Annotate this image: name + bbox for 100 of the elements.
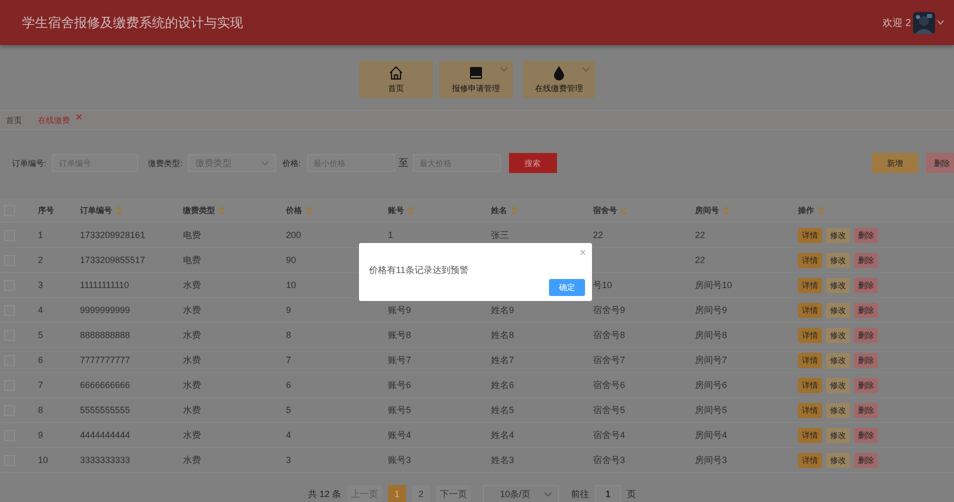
table-cell: 水费 — [183, 304, 201, 316]
table-cell: 宿舍号6 — [593, 378, 626, 392]
table-cell: 房间号7 — [695, 354, 728, 366]
next-page-button[interactable]: 下一页 — [436, 485, 471, 502]
table-cell: 账号3 — [388, 454, 412, 466]
nav-menu-item[interactable]: 报修申请管理 — [439, 61, 513, 98]
table-cell: 账号6 — [388, 378, 412, 392]
table-cell: 7 — [38, 380, 44, 390]
table-cell: 1733209855517 — [80, 255, 146, 265]
delete-button[interactable]: 删除 — [854, 352, 878, 368]
table-cell: 姓名4 — [491, 428, 514, 442]
sort-icon[interactable] — [306, 206, 312, 215]
edit-button[interactable]: 修改 — [826, 328, 850, 342]
table-cell: 房间号5 — [695, 404, 728, 416]
drive-icon — [468, 65, 484, 81]
close-button[interactable]: × — [580, 248, 586, 259]
details-button[interactable]: 详情 — [798, 252, 822, 268]
edit-button[interactable]: 修改 — [826, 428, 850, 442]
column-header: 订单编号 — [80, 205, 112, 216]
details-button[interactable]: 详情 — [798, 328, 822, 342]
drop-icon — [551, 65, 567, 81]
column-header: 缴费类型 — [183, 205, 215, 216]
sort-icon[interactable] — [511, 206, 517, 215]
page-number-field[interactable]: 1 — [595, 485, 621, 502]
edit-button[interactable]: 修改 — [826, 278, 850, 292]
table-cell: 4 — [38, 305, 44, 315]
sort-icon[interactable] — [408, 206, 414, 215]
details-button[interactable]: 详情 — [798, 452, 822, 468]
edit-button[interactable]: 修改 — [826, 252, 850, 268]
table-cell: 5 — [286, 405, 292, 415]
delete-button[interactable]: 删除 — [854, 452, 878, 468]
table-cell: 6 — [38, 355, 44, 365]
details-button[interactable]: 详情 — [798, 302, 822, 318]
welcome-text: 欢迎 2 — [882, 16, 911, 30]
table-cell: 1733209928161 — [80, 230, 146, 240]
delete-button[interactable]: 删除 — [926, 153, 954, 173]
sort-icon[interactable] — [116, 206, 122, 215]
table-cell: 22 — [593, 230, 604, 240]
table-cell: 3 — [286, 455, 292, 465]
delete-button[interactable]: 删除 — [854, 402, 878, 418]
page-unit-label: 页 — [627, 488, 636, 500]
delete-button[interactable]: 删除 — [854, 378, 878, 392]
details-button[interactable]: 详情 — [798, 428, 822, 442]
delete-button[interactable]: 删除 — [854, 428, 878, 442]
page-button[interactable]: 1 — [388, 485, 406, 502]
sort-icon[interactable] — [219, 206, 225, 215]
table-cell: 账号4 — [388, 428, 412, 442]
delete-button[interactable]: 删除 — [854, 302, 878, 318]
column-header: 操作 — [798, 205, 814, 216]
details-button[interactable]: 详情 — [798, 402, 822, 418]
table-cell: 姓名5 — [491, 404, 514, 416]
edit-button[interactable]: 修改 — [826, 352, 850, 368]
table-cell: 姓名9 — [491, 304, 514, 316]
table-cell: 200 — [286, 230, 302, 240]
column-header: 序号 — [38, 205, 54, 216]
table-cell: 姓名3 — [491, 454, 514, 466]
breadcrumb-tab[interactable]: 首页 — [6, 114, 22, 126]
sort-icon[interactable] — [818, 206, 824, 215]
table-cell: 姓名8 — [491, 328, 514, 342]
close-icon[interactable] — [76, 114, 82, 120]
edit-button[interactable]: 修改 — [826, 302, 850, 318]
details-button[interactable]: 详情 — [798, 278, 822, 292]
table-cell: 姓名7 — [491, 354, 514, 366]
edit-button[interactable]: 修改 — [826, 402, 850, 418]
column-header: 价格 — [286, 205, 302, 216]
app-title: 学生宿舍报修及缴费系统的设计与实现 — [22, 14, 243, 32]
goto-label: 前往 — [571, 488, 589, 500]
table-cell: 5 — [38, 330, 44, 340]
edit-button[interactable]: 修改 — [826, 452, 850, 468]
table-cell: 电费 — [183, 228, 201, 242]
search-button[interactable]: 搜索 — [508, 153, 557, 173]
add-button[interactable]: 新增 — [872, 153, 918, 173]
caret-icon — [261, 160, 270, 166]
details-button[interactable]: 详情 — [798, 352, 822, 368]
details-button[interactable]: 详情 — [798, 228, 822, 242]
breadcrumb-tab[interactable]: 在线缴费 — [38, 114, 70, 126]
nav-menu-item[interactable]: 在线缴费管理 — [523, 61, 595, 98]
column-header: 房间号 — [695, 205, 719, 216]
dialog-message: 价格有11条记录达到预警 — [369, 264, 468, 277]
edit-button[interactable]: 修改 — [826, 378, 850, 392]
delete-button[interactable]: 删除 — [854, 328, 878, 342]
table-cell: 5555555555 — [80, 405, 130, 415]
table-cell: 8 — [38, 405, 44, 415]
sort-icon[interactable] — [621, 206, 627, 215]
delete-button[interactable]: 删除 — [854, 228, 878, 242]
page-button[interactable]: 2 — [412, 485, 430, 502]
sort-icon[interactable] — [723, 206, 729, 215]
page-size-select[interactable]: 10条/页 — [483, 485, 559, 502]
confirm-button[interactable]: 确定 — [549, 279, 585, 296]
table-cell: 宿舍号3 — [593, 454, 626, 466]
delete-button[interactable]: 删除 — [854, 278, 878, 292]
nav-menu-item[interactable]: 首页 — [359, 61, 433, 98]
caret-icon[interactable] — [937, 20, 944, 25]
details-button[interactable]: 详情 — [798, 378, 822, 392]
table-cell: 账号5 — [388, 404, 412, 416]
delete-button[interactable]: 删除 — [854, 252, 878, 268]
edit-button[interactable]: 修改 — [826, 228, 850, 242]
table-cell: 水费 — [183, 328, 201, 342]
table-cell: 3 — [38, 280, 44, 290]
field-label: 价格: — [282, 158, 301, 168]
